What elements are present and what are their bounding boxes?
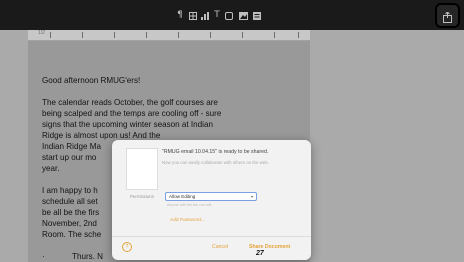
ruler-tick bbox=[242, 32, 243, 38]
ruler-tick bbox=[114, 32, 115, 38]
paragraph-line: Room. The sche bbox=[42, 230, 102, 239]
toolbar: ¶ T bbox=[0, 0, 464, 30]
paragraph-line: be all be the firs bbox=[42, 208, 100, 217]
paragraph-line: schedule all set bbox=[42, 197, 98, 206]
ruler-tick bbox=[82, 32, 83, 38]
cancel-button[interactable]: Cancel bbox=[212, 244, 228, 250]
text-icon[interactable]: T bbox=[212, 10, 222, 21]
shape-icon[interactable] bbox=[224, 10, 234, 21]
help-button[interactable]: ? bbox=[122, 242, 132, 252]
page-number: 27 bbox=[256, 250, 264, 257]
paragraph-line: I am happy to h bbox=[42, 186, 98, 195]
comment-icon[interactable] bbox=[252, 10, 262, 21]
paragraph-line: signs that the upcoming winter season at… bbox=[42, 120, 213, 129]
ruler-tick bbox=[146, 32, 147, 38]
document-thumbnail bbox=[126, 148, 158, 190]
paragraph-line: start up our mo bbox=[42, 153, 97, 162]
bullet-line: Thurs. N bbox=[72, 252, 104, 261]
permissions-select[interactable]: Allow Editing ▾ bbox=[165, 192, 257, 201]
paragraph-line: November, 2nd bbox=[42, 219, 97, 228]
ruler-label: 1/2 bbox=[38, 30, 45, 36]
paragraph-icon[interactable]: ¶ bbox=[176, 10, 184, 21]
permissions-label: Permissions bbox=[130, 194, 154, 199]
dialog-subtitle: Now you can easily collaborate with othe… bbox=[162, 160, 269, 165]
paragraph-line: being scalped and the temps are cooling … bbox=[42, 109, 222, 118]
paragraph-line: The calendar reads October, the golf cou… bbox=[42, 98, 218, 107]
ruler-tick bbox=[50, 32, 51, 38]
ruler-tick bbox=[178, 32, 179, 38]
dialog-title: "RMUG email 10.04.15" is ready to be sha… bbox=[162, 149, 269, 155]
ruler-tick bbox=[274, 32, 275, 38]
ruler: 1/2 bbox=[28, 30, 310, 41]
share-button[interactable] bbox=[435, 3, 460, 28]
share-dialog: "RMUG email 10.04.15" is ready to be sha… bbox=[112, 140, 311, 260]
ruler-tick bbox=[298, 32, 299, 38]
media-icon[interactable] bbox=[238, 10, 248, 21]
greeting-line: Good afternoon RMUG'ers! bbox=[42, 76, 141, 85]
table-icon[interactable] bbox=[188, 10, 198, 21]
permissions-value: Allow Editing bbox=[169, 194, 196, 199]
paragraph-line: Indian Ridge Ma bbox=[42, 142, 101, 151]
chart-icon[interactable] bbox=[200, 10, 210, 21]
divider bbox=[112, 236, 311, 237]
bullet-marker: · bbox=[42, 252, 45, 261]
permissions-note: Anyone with the link can edit bbox=[167, 203, 212, 207]
ruler-tick bbox=[210, 32, 211, 38]
paragraph-line: year. bbox=[42, 164, 60, 173]
share-icon bbox=[443, 10, 452, 28]
chevron-down-icon: ▾ bbox=[250, 194, 253, 199]
add-password-button[interactable]: Add Password... bbox=[170, 218, 205, 223]
